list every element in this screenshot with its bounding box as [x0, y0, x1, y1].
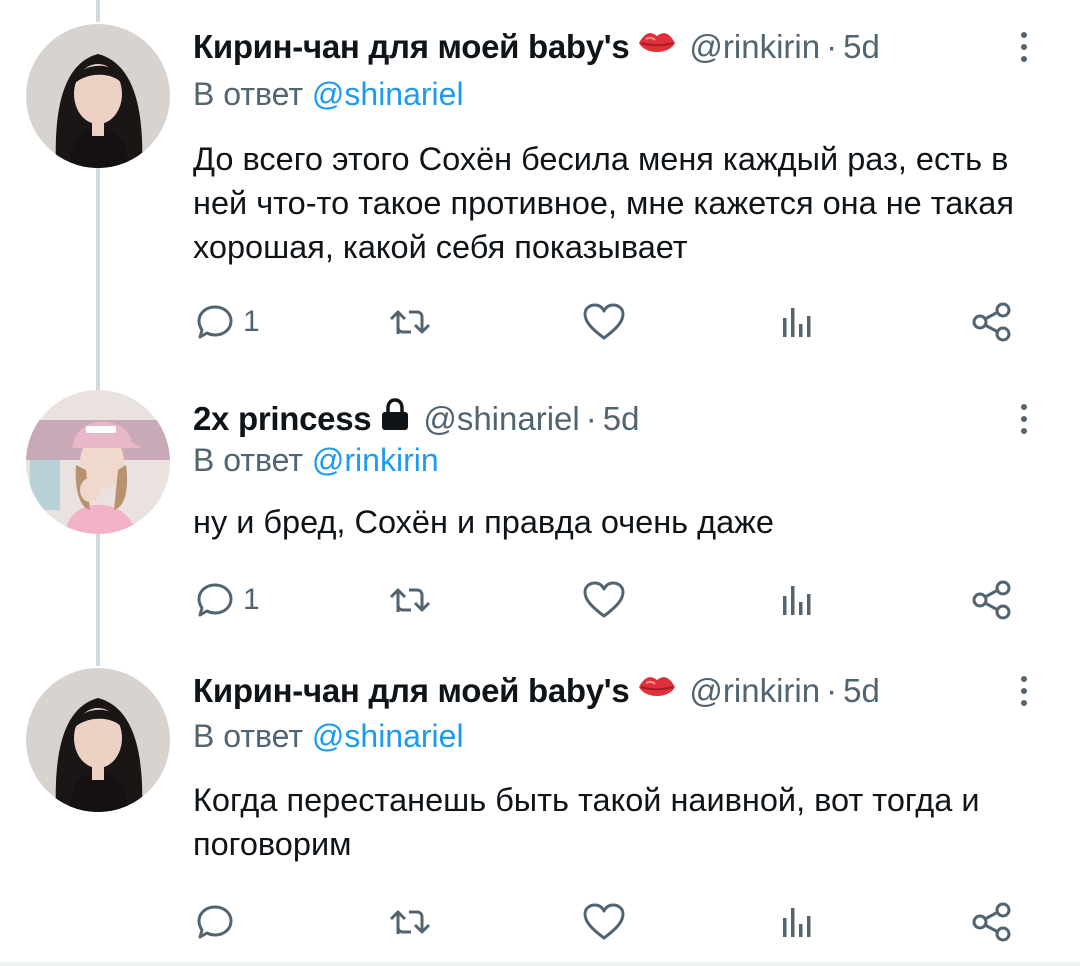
- lips-emoji-icon: [637, 28, 677, 66]
- share-icon: [972, 580, 1011, 620]
- like-button[interactable]: [582, 297, 626, 347]
- analytics-button[interactable]: [778, 297, 818, 347]
- retweet-button[interactable]: [385, 575, 435, 625]
- tweet-header: Кирин-чан для моей baby's @rinkirin · 5d: [193, 668, 880, 714]
- retweet-button[interactable]: [385, 897, 435, 947]
- share-icon: [972, 302, 1011, 342]
- heart-icon: [583, 303, 625, 340]
- retweet-button[interactable]: [385, 297, 435, 347]
- tweet[interactable]: 2x princess @shinariel · 5d В ответ @rin…: [0, 370, 1080, 660]
- reply-prefix: В ответ: [193, 718, 304, 754]
- divider: [0, 962, 1080, 966]
- retweet-icon: [389, 310, 431, 334]
- timestamp[interactable]: 5d: [843, 672, 880, 710]
- analytics-icon: [783, 308, 811, 337]
- reply-icon: [197, 305, 233, 339]
- display-name[interactable]: 2x princess: [193, 400, 372, 438]
- reply-count: 1: [243, 583, 260, 616]
- tweet-actions: 1: [0, 575, 1080, 625]
- separator-dot: ·: [826, 28, 838, 65]
- reply-context: В ответ @rinkirin: [193, 442, 439, 479]
- tweet-actions: [0, 897, 1080, 947]
- analytics-icon: [783, 908, 811, 937]
- tweet-text: ну и бред, Сохён и правда очень даже: [193, 504, 775, 540]
- reply-button[interactable]: [195, 897, 235, 947]
- reply-mention-link[interactable]: @shinariel: [312, 76, 464, 112]
- display-name[interactable]: Кирин-чан для моей baby's: [193, 28, 630, 66]
- reply-context: В ответ @shinariel: [193, 76, 464, 113]
- like-button[interactable]: [582, 897, 626, 947]
- user-handle[interactable]: @shinariel: [423, 400, 579, 438]
- avatar[interactable]: [26, 668, 170, 812]
- avatar[interactable]: [26, 24, 170, 168]
- reply-mention-link[interactable]: @rinkirin: [312, 442, 439, 478]
- tweet-header: Кирин-чан для моей baby's @rinkirin · 5d: [193, 24, 880, 70]
- tweet-actions: 1: [0, 297, 1080, 347]
- reply-button[interactable]: 1: [195, 575, 260, 625]
- analytics-button[interactable]: [778, 897, 818, 947]
- reply-prefix: В ответ: [193, 76, 304, 112]
- display-name[interactable]: Кирин-чан для моей baby's: [193, 672, 630, 710]
- timestamp[interactable]: 5d: [843, 28, 880, 66]
- tweet-header: 2x princess @shinariel · 5d: [193, 396, 639, 442]
- more-options-icon[interactable]: [1010, 24, 1038, 70]
- retweet-icon: [389, 588, 431, 612]
- share-icon: [972, 902, 1011, 942]
- share-button[interactable]: [970, 297, 1014, 347]
- reply-count: 1: [243, 305, 260, 338]
- retweet-icon: [389, 910, 431, 934]
- tweet[interactable]: Кирин-чан для моей baby's @rinkirin · 5d…: [0, 660, 1080, 962]
- user-handle[interactable]: @rinkirin: [689, 672, 820, 710]
- reply-mention-link[interactable]: @shinariel: [312, 718, 464, 754]
- share-button[interactable]: [970, 897, 1014, 947]
- analytics-button[interactable]: [778, 575, 818, 625]
- share-button[interactable]: [970, 575, 1014, 625]
- reply-button[interactable]: 1: [195, 297, 260, 347]
- tweet[interactable]: Кирин-чан для моей baby's @rinkirin · 5d…: [0, 0, 1080, 370]
- lips-emoji-icon: [637, 672, 677, 710]
- more-options-icon[interactable]: [1010, 668, 1038, 714]
- user-handle[interactable]: @rinkirin: [689, 28, 820, 66]
- separator-dot: ·: [585, 400, 597, 437]
- analytics-icon: [783, 586, 811, 615]
- heart-icon: [583, 903, 625, 940]
- tweet-text: До всего этого Сохён бесила меня каждый …: [193, 141, 1014, 265]
- heart-icon: [583, 581, 625, 618]
- tweet-text: Когда перестанешь быть такой наивной, во…: [193, 782, 980, 862]
- reply-icon: [197, 583, 233, 617]
- reply-prefix: В ответ: [193, 442, 304, 478]
- reply-icon: [197, 905, 233, 939]
- avatar[interactable]: [26, 390, 170, 534]
- separator-dot: ·: [826, 672, 838, 709]
- timestamp[interactable]: 5d: [603, 400, 640, 438]
- more-options-icon[interactable]: [1010, 396, 1038, 442]
- like-button[interactable]: [582, 575, 626, 625]
- lock-icon: [379, 398, 411, 440]
- reply-context: В ответ @shinariel: [193, 718, 464, 755]
